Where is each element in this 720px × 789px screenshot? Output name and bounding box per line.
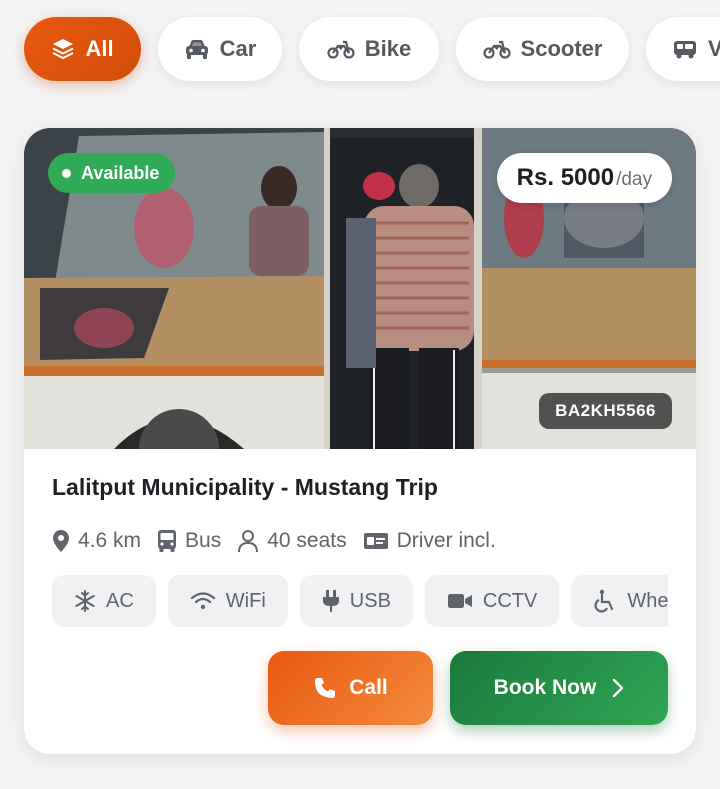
feature-label: WiFi — [225, 589, 266, 612]
phone-icon — [315, 678, 336, 698]
price-tag: Rs. 5000 /day — [496, 153, 672, 203]
id-card-icon — [363, 533, 388, 549]
motorbike-icon — [327, 40, 355, 59]
category-chip-label: Scooter — [520, 36, 603, 61]
availability-label: Available — [81, 162, 160, 183]
meta-distance: 4.6 km — [52, 529, 141, 553]
feature-usb: USB — [299, 575, 413, 627]
chevron-right-icon — [613, 678, 624, 698]
category-chip-van[interactable]: V — [646, 17, 720, 81]
driver-value: Driver incl. — [396, 529, 496, 552]
bus-icon — [158, 530, 177, 552]
meta-driver: Driver incl. — [363, 529, 496, 553]
feature-label: AC — [106, 589, 134, 612]
feature-wifi: WiFi — [167, 575, 288, 627]
price-amount: Rs. 5000 — [516, 164, 615, 191]
person-icon — [238, 530, 259, 553]
wifi-icon — [190, 592, 215, 610]
feature-wheelchair: Whee — [571, 575, 668, 627]
feature-label: CCTV — [482, 589, 538, 612]
category-chip-label: Car — [219, 36, 257, 61]
category-chip-bike[interactable]: Bike — [299, 17, 439, 81]
feature-label: USB — [349, 589, 391, 612]
book-button-label: Book Now — [493, 676, 597, 699]
call-button-label: Call — [349, 676, 388, 699]
seats-value: 40 seats — [267, 529, 347, 552]
book-now-button[interactable]: Book Now — [450, 651, 668, 725]
vehicle-listing-card[interactable]: Available Rs. 5000 /day BA2KH5566 Lalitp… — [24, 128, 696, 754]
vehicle-photo: Available Rs. 5000 /day BA2KH5566 — [24, 128, 696, 449]
availability-badge: Available — [48, 153, 176, 193]
listing-meta: 4.6 km Bus 40 seats Driver incl. — [52, 526, 496, 556]
meta-vehicle-type: Bus — [157, 529, 221, 553]
category-chip-all[interactable]: All — [24, 17, 141, 81]
snowflake-icon — [75, 590, 95, 612]
category-chip-label: Bike — [364, 36, 412, 61]
category-chip-label: V — [708, 36, 720, 61]
feature-tags: AC WiFi USB CCTV Whe — [52, 575, 668, 627]
layers-icon — [52, 39, 74, 60]
video-camera-icon — [447, 594, 472, 608]
category-chip-car[interactable]: Car — [158, 17, 282, 81]
feature-ac: AC — [52, 575, 156, 627]
feature-cctv: CCTV — [424, 575, 560, 627]
call-button[interactable]: Call — [268, 651, 433, 725]
category-chip-label: All — [85, 36, 114, 61]
location-pin-icon — [53, 530, 69, 552]
price-unit: /day — [616, 169, 652, 190]
category-filter-bar: All Car Bike Scooter V — [0, 0, 720, 100]
car-icon — [185, 40, 208, 59]
listing-title: Lalitput Municipality - Mustang Trip — [52, 474, 438, 500]
wheelchair-icon — [594, 589, 614, 613]
distance-value: 4.6 km — [78, 529, 142, 552]
feature-label: Whee — [627, 589, 668, 612]
scooter-icon — [482, 40, 511, 59]
vehicle-type-value: Bus — [185, 529, 222, 552]
license-plate: BA2KH5566 — [539, 393, 672, 429]
status-dot-icon — [62, 168, 71, 178]
van-icon — [674, 41, 696, 59]
category-chip-scooter[interactable]: Scooter — [456, 17, 629, 81]
meta-seats: 40 seats — [237, 529, 347, 553]
plug-icon — [322, 590, 339, 612]
